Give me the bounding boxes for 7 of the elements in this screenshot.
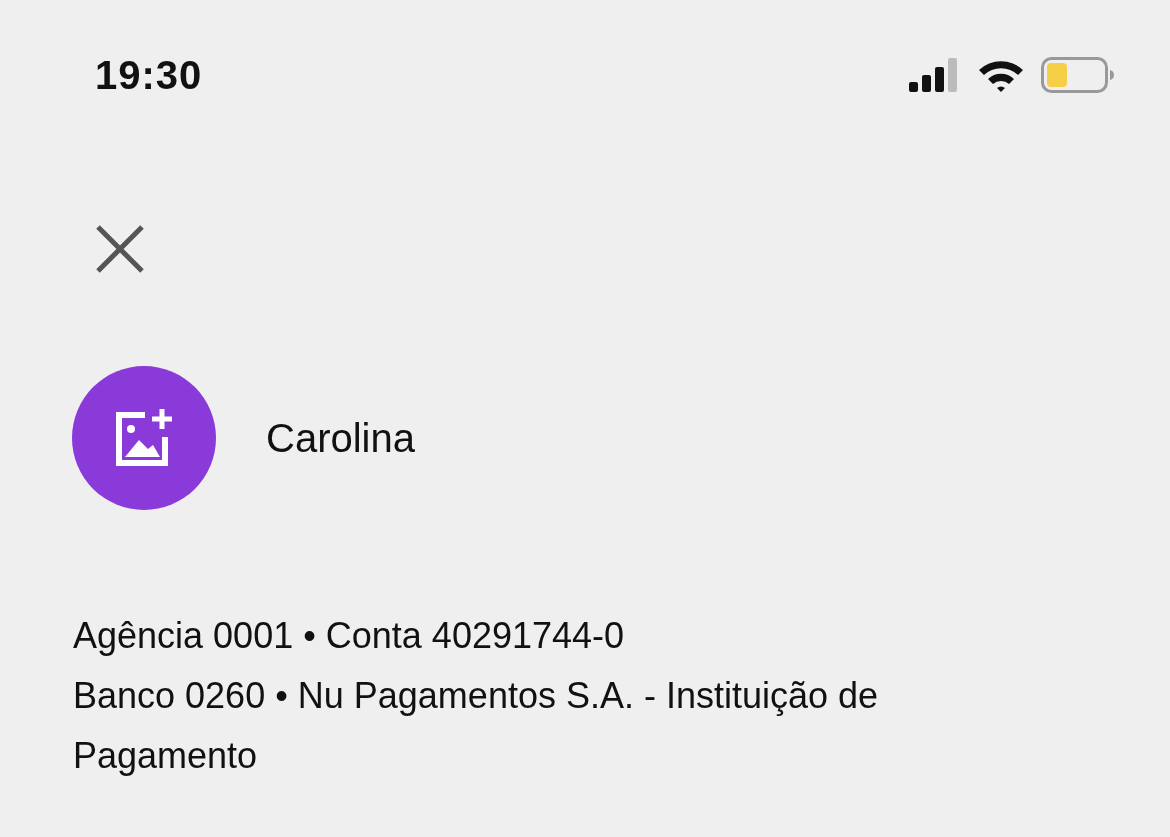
account-detail: Agência 0001 • Conta 40291744-0 — [73, 614, 626, 658]
account-detail: Banco 0260 • Nu Pagamentos S.A. - Instituição de Pagamento — [73, 674, 880, 778]
add-image-icon — [113, 407, 175, 469]
battery-icon — [1041, 57, 1115, 93]
contact-name: Carolina — [266, 415, 415, 462]
status-time: 19:30 — [95, 52, 203, 99]
wifi-icon — [977, 58, 1025, 92]
